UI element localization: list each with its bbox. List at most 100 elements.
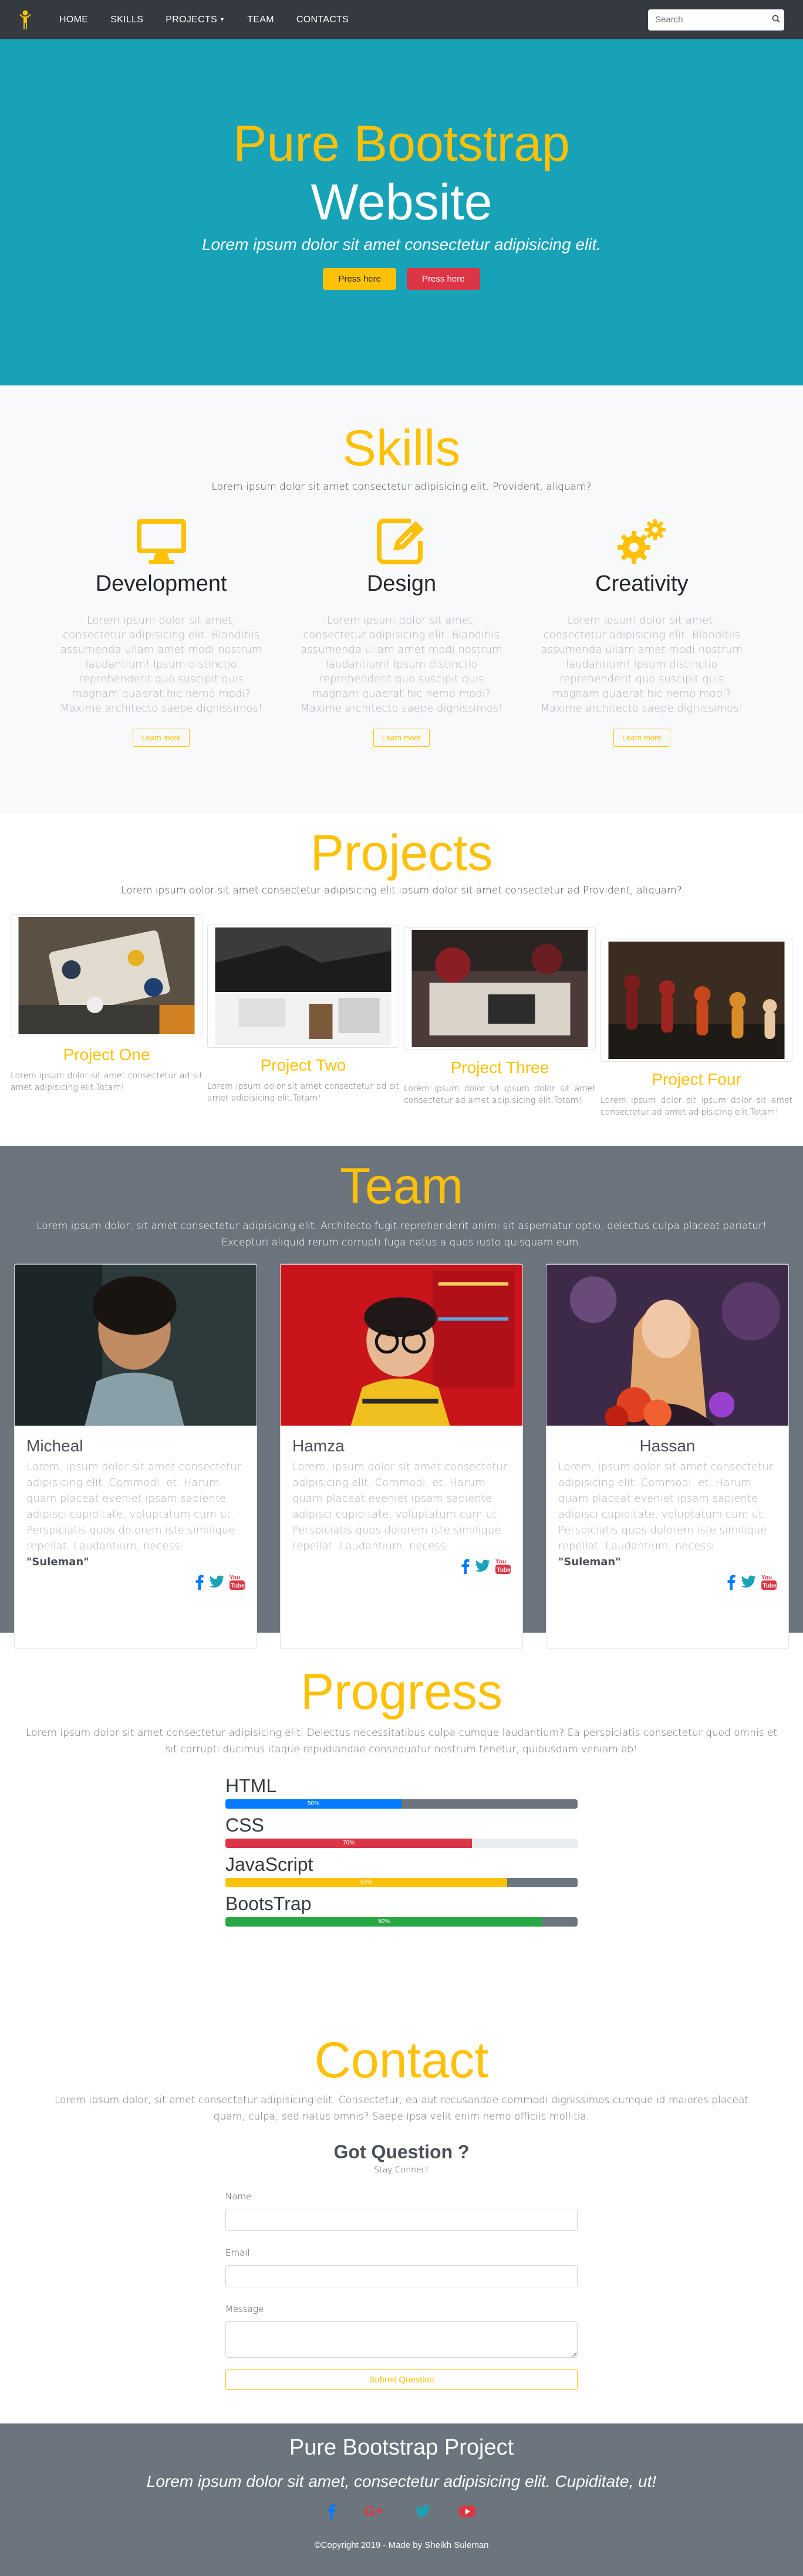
message-field[interactable] bbox=[225, 2321, 578, 2358]
navbar: HOME SKILLS PROJECTS ▼ TEAM CONTACTS bbox=[0, 0, 803, 39]
form-heading: Got Question ? bbox=[333, 2141, 470, 2162]
footer-socials: G+ bbox=[0, 2504, 803, 2521]
search-box bbox=[648, 9, 784, 31]
learn-more-button[interactable]: Learn more bbox=[133, 729, 190, 747]
member-socials: You Tube bbox=[26, 1573, 245, 1593]
twitter-icon[interactable] bbox=[474, 1559, 491, 1576]
hero-title-line1: Pure Bootstrap bbox=[233, 116, 570, 172]
submit-question-button[interactable]: Submit Question bbox=[225, 2369, 578, 2390]
progress-title: Progress bbox=[300, 1664, 503, 1720]
project-image-frame[interactable] bbox=[207, 925, 399, 1048]
google-plus-icon[interactable]: G+ bbox=[364, 2504, 386, 2521]
member-name: Micheal bbox=[26, 1437, 83, 1455]
project-image-frame[interactable] bbox=[404, 927, 596, 1050]
contact-form: Got Question ? Stay Connect Name Email M… bbox=[225, 2141, 578, 2390]
svg-text:You: You bbox=[761, 1575, 772, 1581]
progress-section: Progress Lorem ipsum dolor sit amet cons… bbox=[0, 1633, 803, 2020]
skill-text: Lorem ipsum dolor sit amet, consectetur … bbox=[300, 614, 503, 715]
desktop-icon bbox=[53, 517, 269, 564]
skill-title: Creativity bbox=[595, 571, 689, 596]
contact-section: Contact Lorem ipsum dolor, sit amet cons… bbox=[0, 2020, 803, 2423]
nav-team[interactable]: TEAM bbox=[236, 15, 285, 25]
youtube-icon[interactable]: You Tube bbox=[761, 1573, 777, 1593]
nav-projects-dropdown[interactable]: PROJECTS ▼ bbox=[154, 15, 236, 25]
svg-text:You: You bbox=[230, 1575, 240, 1581]
search-input[interactable] bbox=[655, 15, 772, 25]
twitter-icon[interactable] bbox=[740, 1575, 757, 1592]
youtube-icon[interactable]: You Tube bbox=[230, 1573, 245, 1593]
project-image bbox=[411, 930, 588, 1047]
progress-label: JavaScript bbox=[225, 1854, 313, 1875]
project-image bbox=[18, 917, 195, 1034]
cogs-icon bbox=[534, 517, 750, 564]
progress-fill: 70% bbox=[225, 1839, 472, 1848]
learn-more-button[interactable]: Learn more bbox=[613, 729, 670, 747]
twitter-icon[interactable] bbox=[414, 2504, 431, 2521]
member-name: Hassan bbox=[639, 1437, 696, 1455]
skill-text: Lorem ipsum dolor sit amet, consectetur … bbox=[540, 614, 743, 715]
name-label: Name bbox=[225, 2191, 252, 2202]
project-title: Project Four bbox=[652, 1070, 741, 1088]
team-lead: Lorem ipsum dolor, sit amet consectetur … bbox=[36, 1220, 767, 1248]
skill-title: Development bbox=[95, 571, 227, 596]
progress-lead: Lorem ipsum dolor sit amet consectetur a… bbox=[25, 1727, 778, 1755]
facebook-icon[interactable] bbox=[727, 1575, 735, 1592]
skills-section: Skills Lorem ipsum dolor sit amet consec… bbox=[0, 385, 803, 813]
facebook-icon[interactable] bbox=[328, 2504, 336, 2521]
learn-more-button[interactable]: Learn more bbox=[373, 729, 430, 747]
nav-contacts[interactable]: CONTACTS bbox=[285, 15, 360, 25]
member-body: Hassan Lorem, ipsum dolor sit amet conse… bbox=[546, 1426, 788, 1604]
hero-title-line2: Website bbox=[311, 174, 492, 231]
project-text: Lorem ipsum dolor sit amet consectetur a… bbox=[207, 1082, 399, 1103]
member-body: Hamza Lorem, ipsum dolor sit amet consec… bbox=[281, 1426, 522, 1588]
search-icon[interactable] bbox=[772, 14, 780, 25]
projects-lead: Lorem ipsum dolor sit amet consectetur a… bbox=[121, 885, 682, 896]
projects-row: Project One Lorem ipsum dolor sit amet c… bbox=[0, 914, 803, 1118]
youtube-icon[interactable]: You Tube bbox=[495, 1558, 511, 1578]
progress-label: CSS bbox=[225, 1815, 264, 1836]
nav-links: HOME SKILLS PROJECTS ▼ TEAM CONTACTS bbox=[48, 15, 360, 25]
progress-fill: 80% bbox=[225, 1878, 507, 1887]
projects-title: Projects bbox=[310, 825, 493, 881]
skill-text: Lorem ipsum dolor sit amet, consectetur … bbox=[60, 614, 263, 715]
project-card: Project Two Lorem ipsum dolor sit amet c… bbox=[205, 914, 402, 1118]
member-photo bbox=[546, 1264, 788, 1426]
twitter-icon[interactable] bbox=[208, 1575, 225, 1592]
facebook-icon[interactable] bbox=[195, 1575, 204, 1592]
project-image-frame[interactable] bbox=[600, 939, 792, 1062]
email-label: Email bbox=[225, 2247, 250, 2258]
name-field[interactable] bbox=[225, 2209, 578, 2231]
nav-skills[interactable]: SKILLS bbox=[99, 15, 154, 25]
project-image-frame[interactable] bbox=[11, 914, 203, 1037]
press-here-warning-button[interactable]: Press here bbox=[323, 268, 396, 290]
project-image bbox=[215, 928, 392, 1045]
project-title: Project One bbox=[63, 1045, 150, 1064]
email-field[interactable] bbox=[225, 2265, 578, 2287]
progress-label: BootsTrap bbox=[225, 1893, 312, 1914]
skill-card-development: Development Lorem ipsum dolor sit amet, … bbox=[41, 517, 281, 747]
progress-track: 80% bbox=[225, 1878, 578, 1887]
press-here-danger-button[interactable]: Press here bbox=[407, 268, 480, 290]
person-icon[interactable] bbox=[19, 9, 32, 31]
progress-track: 70% bbox=[225, 1839, 578, 1848]
project-image bbox=[608, 942, 785, 1059]
footer: Pure Bootstrap Project Lorem ipsum dolor… bbox=[0, 2423, 803, 2576]
progress-fill: 50% bbox=[225, 1799, 402, 1809]
member-bio-text: Lorem, ipsum dolor sit amet consectetur … bbox=[292, 1461, 508, 1552]
progress-track: 90% bbox=[225, 1917, 578, 1927]
hero-subtitle: Lorem ipsum dolor sit amet consectetur a… bbox=[201, 235, 602, 253]
team-card: Micheal Lorem, ipsum dolor sit amet cons… bbox=[14, 1264, 257, 1649]
footer-title: Pure Bootstrap Project bbox=[289, 2435, 514, 2460]
skill-card-creativity: Creativity Lorem ipsum dolor sit amet, c… bbox=[522, 517, 762, 747]
svg-text:Tube: Tube bbox=[763, 1583, 777, 1589]
team-row: Micheal Lorem, ipsum dolor sit amet cons… bbox=[0, 1264, 803, 1649]
project-text: Lorem ipsum dolor sit ipsum dolor sit am… bbox=[600, 1096, 792, 1117]
caret-down-icon: ▼ bbox=[220, 16, 225, 22]
youtube-icon[interactable] bbox=[459, 2504, 475, 2521]
facebook-icon[interactable] bbox=[461, 1559, 470, 1576]
edit-icon bbox=[293, 517, 510, 564]
member-socials: You Tube bbox=[292, 1558, 511, 1578]
form-subheading: Stay Connect bbox=[374, 2165, 429, 2175]
nav-home[interactable]: HOME bbox=[48, 15, 99, 25]
team-title: Team bbox=[339, 1158, 464, 1214]
